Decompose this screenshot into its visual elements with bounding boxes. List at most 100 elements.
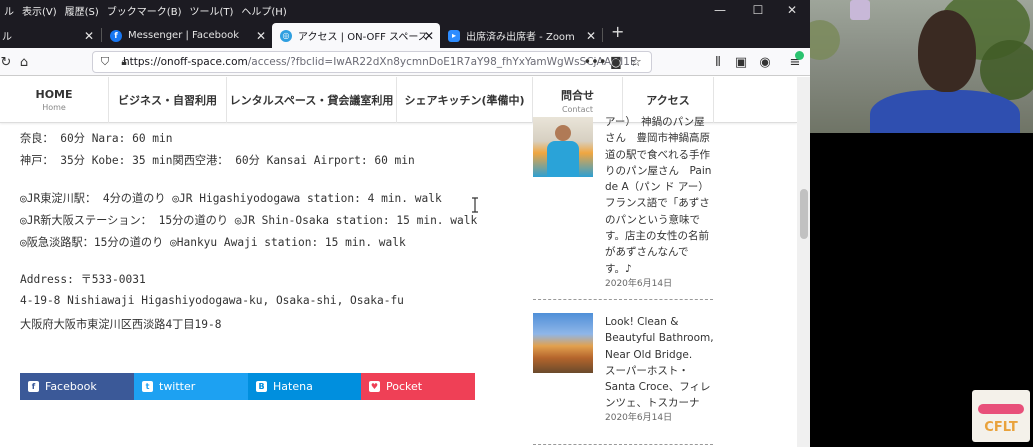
nav-label: アクセス <box>646 94 690 107</box>
post-text-line: Santa Croce、フィレ <box>605 381 711 394</box>
address-line: Address: 〒533-0031 <box>20 273 146 286</box>
tab-label: Messenger | Facebook <box>128 30 240 41</box>
new-tab-button[interactable]: + <box>611 22 624 41</box>
channel-logo: CFLT <box>972 390 1030 442</box>
site-icon: ◎ <box>280 29 292 42</box>
post-text-line: フランス語で「あずさ <box>605 197 710 210</box>
address-line: 大阪府大阪市東淀川区西淡路4丁目19-8 <box>20 318 222 331</box>
nav-label: ビジネス・自習利用 <box>118 94 217 107</box>
post-text-line: アー） 神鍋のパン屋 <box>605 116 705 128</box>
facebook-icon: f <box>110 29 122 42</box>
post-text-line: さん 豊岡市神鍋高原 <box>605 132 710 145</box>
lock-icon[interactable]: 🔒︎ <box>114 52 134 72</box>
close-window-button[interactable]: ✕ <box>774 0 810 20</box>
post-text-line: Look! Clean & <box>605 316 679 328</box>
post-text-line: のパンという意味で <box>605 213 701 226</box>
site-nav-home[interactable]: HOME Home <box>0 77 108 123</box>
post-excerpt[interactable]: アー） 神鍋のパン屋 さん 豊岡市神鍋高原 道の駅で食べれる手作 りのパン屋さん… <box>605 114 715 277</box>
access-line: 奈良： 60分 Nara: 60 min <box>20 132 173 145</box>
post-date: 2020年6月14日 <box>605 413 673 423</box>
close-icon[interactable]: ✕ <box>84 29 94 43</box>
pocket-icon: ♥ <box>369 381 380 392</box>
menu-item-history[interactable]: 履歴(S) <box>61 3 103 18</box>
menu-item-help[interactable]: ヘルプ(H) <box>237 3 290 18</box>
tab-separator <box>602 28 603 42</box>
post-text-line: りのパン屋さん Pain <box>605 164 712 177</box>
tab-label: 出席済み出席者 - Zoom <box>466 32 575 43</box>
access-line: ◎阪急淡路駅：15分の道のり ◎Hankyu Awaji station: 15… <box>20 236 406 249</box>
minimize-button[interactable]: — <box>702 0 738 20</box>
close-icon[interactable]: ✕ <box>424 29 434 43</box>
close-icon[interactable]: ✕ <box>256 29 266 43</box>
navigation-bar: ↻ ⌂ https://onoff-space.com/access/?fbcl… <box>0 48 810 76</box>
site-nav-rental[interactable]: レンタルスペース・貸会議室利用 <box>226 77 396 123</box>
nav-label: 問合せ <box>561 88 594 102</box>
post-text-line: Near Old Bridge. <box>605 348 693 361</box>
site-nav-business[interactable]: ビジネス・自習利用 <box>108 77 226 123</box>
address-bar[interactable]: https://onoff-space.com/access/?fbclid=I… <box>92 51 652 73</box>
menu-item-partial[interactable]: ル <box>0 3 18 18</box>
tab-label: ル <box>2 32 12 43</box>
access-line: 神戸： 35分 Kobe: 35 min関西空港： 60分 Kansai Air… <box>20 154 415 167</box>
maximize-button[interactable]: ☐ <box>740 0 776 20</box>
share-buttons: f Facebook t twitter B Hatena ♥ Pocket <box>20 373 475 400</box>
post-text-line: す。♪ <box>605 262 632 275</box>
post-thumbnail[interactable] <box>533 117 593 177</box>
browser-window: ル 表示(V) 履歴(S) ブックマーク(B) ツール(T) ヘルプ(H) — … <box>0 0 810 447</box>
update-badge-icon <box>795 51 804 60</box>
share-label: Pocket <box>386 380 423 393</box>
share-label: twitter <box>159 380 196 393</box>
scrollbar-thumb[interactable] <box>800 189 808 239</box>
tab-access[interactable]: ◎ アクセス | ON-OFF スペース ✕ <box>272 23 440 48</box>
nav-label: シェアキッチン(準備中) <box>404 94 525 107</box>
webcam-video <box>810 0 1033 133</box>
post-divider <box>533 444 713 445</box>
library-icon[interactable]: ⫴ <box>708 52 728 72</box>
tab-messenger[interactable]: f Messenger | Facebook ✕ <box>102 23 272 48</box>
logo-text: CFLT <box>984 420 1018 435</box>
tab-partial[interactable]: ル ✕ <box>0 23 100 48</box>
share-facebook-button[interactable]: f Facebook <box>20 373 134 400</box>
home-icon[interactable]: ⌂ <box>14 52 34 72</box>
sidebar-toggle-icon[interactable]: ▣ <box>731 52 751 72</box>
menu-item-view[interactable]: 表示(V) <box>18 3 61 18</box>
facebook-icon: f <box>28 381 39 392</box>
share-twitter-button[interactable]: t twitter <box>134 373 248 400</box>
pocket-save-icon[interactable]: ◙ <box>606 52 626 72</box>
address-line: 4-19-8 Nishiawaji Higashiyodogawa-ku, Os… <box>20 294 404 307</box>
account-icon[interactable]: ◉ <box>755 52 775 72</box>
share-label: Facebook <box>45 380 97 393</box>
close-icon[interactable]: ✕ <box>586 29 596 43</box>
tab-label: アクセス | ON-OFF スペース <box>298 32 428 43</box>
tab-bar: ル ✕ f Messenger | Facebook ✕ ◎ アクセス | ON… <box>0 20 810 48</box>
share-pocket-button[interactable]: ♥ Pocket <box>361 373 475 400</box>
post-text-line: de A（パン ド アー） <box>605 181 709 194</box>
menu-item-tools[interactable]: ツール(T) <box>185 3 237 18</box>
menu-item-bookmarks[interactable]: ブックマーク(B) <box>103 3 186 18</box>
post-excerpt[interactable]: Look! Clean & Beautyful Bathroom, Near O… <box>605 314 715 412</box>
nav-sublabel: Home <box>42 103 66 112</box>
tracking-shield-icon[interactable]: ⛉ <box>95 52 115 72</box>
page-scrollbar[interactable] <box>797 77 810 447</box>
url-host: https://onoff-space.com <box>123 56 248 68</box>
more-actions-icon[interactable]: ••• <box>584 52 607 72</box>
web-page: HOME Home ビジネス・自習利用 レンタルスペース・貸会議室利用 シェアキ… <box>0 77 797 447</box>
site-nav-kitchen[interactable]: シェアキッチン(準備中) <box>396 77 532 123</box>
post-text-line: す。店主の女性の名前 <box>605 230 709 243</box>
twitter-icon: t <box>142 381 153 392</box>
menu-bar: ル 表示(V) 履歴(S) ブックマーク(B) ツール(T) ヘルプ(H) — … <box>0 0 810 20</box>
share-hatena-button[interactable]: B Hatena <box>248 373 361 400</box>
post-text-line: Beautyful Bathroom, <box>605 332 714 345</box>
nav-label: レンタルスペース・貸会議室利用 <box>229 94 394 107</box>
bookmark-star-icon[interactable]: ☆ <box>626 52 646 72</box>
post-date: 2020年6月14日 <box>605 279 673 289</box>
post-text-line: があずさんなんで <box>605 246 689 259</box>
post-text-line: スーパーホスト・ <box>605 364 689 377</box>
hatena-icon: B <box>256 381 267 392</box>
tab-zoom[interactable]: ▸ 出席済み出席者 - Zoom ✕ <box>440 23 602 48</box>
post-divider <box>533 299 713 300</box>
post-text-line: 道の駅で食べれる手作 <box>605 148 710 161</box>
zoom-icon: ▸ <box>448 29 460 42</box>
post-thumbnail[interactable] <box>533 313 593 373</box>
access-line: ◎JR東淀川駅： 4分の道のり ◎JR Higashiyodogawa stat… <box>20 192 442 205</box>
